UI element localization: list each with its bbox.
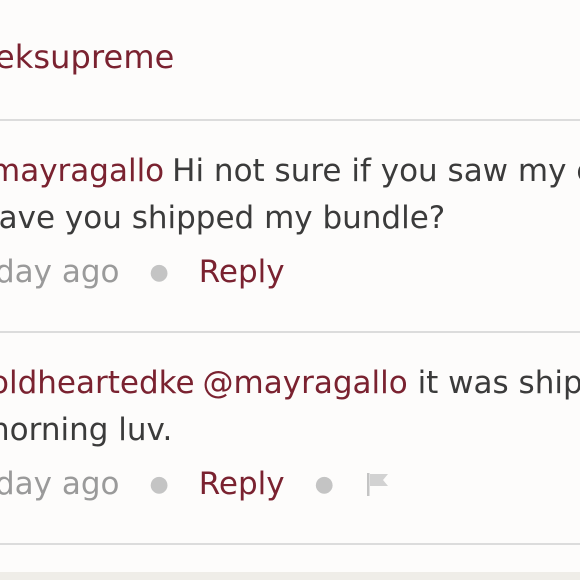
divider	[0, 119, 580, 121]
comments-panel: ieksupreme mayragallo Hi not sure if you …	[0, 0, 580, 580]
separator-dot: ●	[149, 471, 169, 497]
comment-item: mayragallo Hi not sure if you saw my co l…	[0, 148, 580, 242]
comment-author[interactable]: mayragallo	[0, 153, 164, 189]
comment-body: oldheartedke@mayragallo it was shipp	[0, 360, 580, 407]
comment-author[interactable]: oldheartedke	[0, 365, 195, 401]
comment-body: mayragallo Hi not sure if you saw my co	[0, 148, 580, 195]
reply-button[interactable]: Reply	[199, 466, 285, 502]
divider	[0, 543, 580, 545]
comment-timestamp: day ago	[0, 466, 120, 502]
comment-timestamp: day ago	[0, 254, 120, 290]
separator-dot: ●	[314, 471, 334, 497]
comment-text-line: lave you shipped my bundle?	[0, 200, 446, 236]
comment-text-line: Hi not sure if you saw my co	[172, 153, 580, 189]
comment-item: oldheartedke@mayragallo it was shipp nor…	[0, 360, 580, 454]
reply-button[interactable]: Reply	[199, 254, 285, 290]
comment-text-line: it was shipp	[417, 365, 580, 401]
separator-dot: ●	[149, 259, 169, 285]
bottom-bar	[0, 572, 580, 580]
comment-meta: day ago ● Reply	[0, 254, 285, 290]
divider	[0, 331, 580, 333]
seller-username[interactable]: ieksupreme	[0, 38, 174, 76]
comment-text-line: norning luv.	[0, 412, 173, 448]
comment-mention[interactable]: @mayragallo	[203, 365, 408, 401]
flag-icon[interactable]	[364, 470, 392, 498]
comment-meta: day ago ● Reply ●	[0, 466, 392, 502]
